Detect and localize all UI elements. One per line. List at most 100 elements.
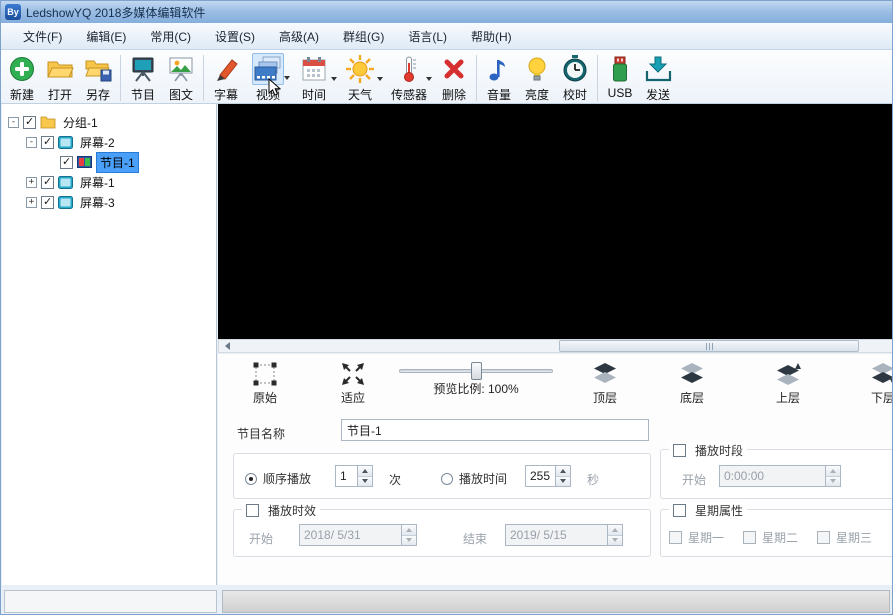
menu-help[interactable]: 帮助(H) (459, 24, 524, 49)
menu-edit[interactable]: 编辑(E) (74, 24, 138, 49)
volume-button[interactable]: 音量 (480, 52, 518, 103)
validity-start-spinner (299, 524, 417, 546)
upper-layer-icon (775, 361, 801, 387)
sequence-play-label: 顺序播放 (263, 470, 311, 487)
open-button[interactable]: 打开 (41, 52, 79, 103)
new-button[interactable]: 新建 (3, 52, 41, 103)
time-button[interactable]: 时间 (291, 52, 337, 103)
pen-icon (210, 53, 242, 85)
video-button[interactable]: 视频 (245, 52, 291, 103)
spin-down-icon[interactable] (402, 536, 416, 546)
time-dropdown-arrow-icon[interactable] (331, 77, 337, 81)
sequence-count-input[interactable] (335, 465, 357, 487)
lower-layer-label: 下层 (871, 389, 893, 406)
spin-down-icon[interactable] (358, 477, 372, 487)
expand-icon[interactable]: + (26, 197, 37, 208)
zoom-slider-thumb[interactable] (471, 362, 482, 380)
program-name-label: 节目名称 (237, 425, 285, 442)
tree-item-screen2[interactable]: 屏幕-2 (77, 133, 118, 152)
usb-label: USB (608, 86, 633, 100)
group1-checkbox[interactable] (23, 116, 36, 129)
brightness-button[interactable]: 亮度 (518, 52, 556, 103)
zoom-level-label: 预览比例: 100% (399, 380, 553, 397)
program-button[interactable]: 节目 (124, 52, 162, 103)
weather-dropdown-arrow-icon[interactable] (377, 77, 383, 81)
menu-group[interactable]: 群组(G) (331, 24, 396, 49)
spin-up-icon[interactable] (402, 525, 416, 536)
tree-item-screen1[interactable]: 屏幕-1 (77, 173, 118, 192)
spin-down-icon[interactable] (826, 477, 840, 487)
play-validity-checkbox[interactable] (246, 504, 259, 517)
play-period-checkbox[interactable] (673, 444, 686, 457)
tree-item-screen3[interactable]: 屏幕-3 (77, 193, 118, 212)
program-preview-canvas[interactable] (218, 104, 893, 339)
collapse-icon[interactable]: - (26, 137, 37, 148)
toolbar-separator (476, 55, 477, 101)
spin-down-icon[interactable] (556, 477, 570, 487)
save-as-button[interactable]: 另存 (79, 52, 117, 103)
program1-checkbox[interactable] (60, 156, 73, 169)
weather-button[interactable]: 天气 (337, 52, 383, 103)
scroll-left-arrow-icon[interactable] (220, 341, 234, 351)
video-dropdown-arrow-icon[interactable] (284, 76, 290, 80)
validity-start-input[interactable] (299, 524, 401, 546)
top-layer-button[interactable]: 顶层 (579, 361, 631, 406)
zoom-slider-track[interactable] (399, 369, 553, 373)
zoom-slider: 预览比例: 100% (399, 361, 553, 397)
tree-item-program1[interactable]: 节目-1 (96, 152, 139, 173)
sensor-label: 传感器 (391, 86, 427, 103)
menu-advanced[interactable]: 高级(A) (267, 24, 331, 49)
sequence-play-radio[interactable] (245, 473, 257, 485)
expand-icon[interactable]: + (26, 177, 37, 188)
sequence-play-option: 顺序播放 (245, 470, 311, 487)
spin-up-icon[interactable] (556, 466, 570, 477)
screen2-checkbox[interactable] (41, 136, 54, 149)
play-time-input[interactable] (525, 465, 555, 487)
validity-end-label: 结束 (463, 530, 487, 547)
screen1-checkbox[interactable] (41, 176, 54, 189)
play-validity-label: 播放时效 (268, 502, 316, 519)
menu-settings[interactable]: 设置(S) (203, 24, 267, 49)
wednesday-checkbox[interactable] (817, 531, 830, 544)
period-start-input[interactable] (719, 465, 825, 487)
preview-horizontal-scrollbar[interactable] (218, 339, 893, 353)
validity-start-label: 开始 (249, 530, 273, 547)
send-button[interactable]: 发送 (639, 52, 677, 103)
screen3-checkbox[interactable] (41, 196, 54, 209)
collapse-icon[interactable]: - (8, 117, 19, 128)
timing-button[interactable]: 校时 (556, 52, 594, 103)
original-size-button[interactable]: 原始 (239, 361, 291, 406)
tuesday-checkbox[interactable] (743, 531, 756, 544)
sensor-dropdown-arrow-icon[interactable] (426, 77, 432, 81)
spin-up-icon[interactable] (608, 525, 622, 536)
upper-layer-button[interactable]: 上层 (762, 361, 814, 406)
original-size-icon (252, 361, 278, 387)
lower-layer-button[interactable]: 下层 (857, 361, 893, 406)
play-time-radio[interactable] (441, 473, 453, 485)
graphic-text-icon (165, 53, 197, 85)
tree-item-group1[interactable]: 分组-1 (60, 113, 101, 132)
subtitle-button[interactable]: 字幕 (207, 52, 245, 103)
spin-up-icon[interactable] (358, 466, 372, 477)
program-name-input[interactable] (341, 419, 649, 441)
calendar-icon (298, 53, 330, 85)
spin-down-icon[interactable] (608, 536, 622, 546)
menu-common[interactable]: 常用(C) (138, 24, 203, 49)
validity-end-input[interactable] (505, 524, 607, 546)
spin-up-icon[interactable] (826, 466, 840, 477)
monday-checkbox[interactable] (669, 531, 682, 544)
toolbar: 新建 打开 另存 节目 图文 (1, 50, 892, 104)
graphic-text-button[interactable]: 图文 (162, 52, 200, 103)
sensor-button[interactable]: 传感器 (383, 52, 435, 103)
menu-file[interactable]: 文件(F) (11, 24, 74, 49)
week-property-checkbox[interactable] (673, 504, 686, 517)
bottom-layer-button[interactable]: 底层 (666, 361, 718, 406)
fit-label: 适应 (341, 389, 365, 406)
fit-button[interactable]: 适应 (327, 361, 379, 406)
scrollbar-thumb[interactable] (559, 340, 859, 352)
delete-button[interactable]: 删除 (435, 52, 473, 103)
title-bar[interactable]: By LedshowYQ 2018多媒体编辑软件 (1, 1, 892, 23)
usb-button[interactable]: USB (601, 52, 639, 100)
subtitle-label: 字幕 (214, 86, 238, 103)
menu-language[interactable]: 语言(L) (396, 24, 459, 49)
